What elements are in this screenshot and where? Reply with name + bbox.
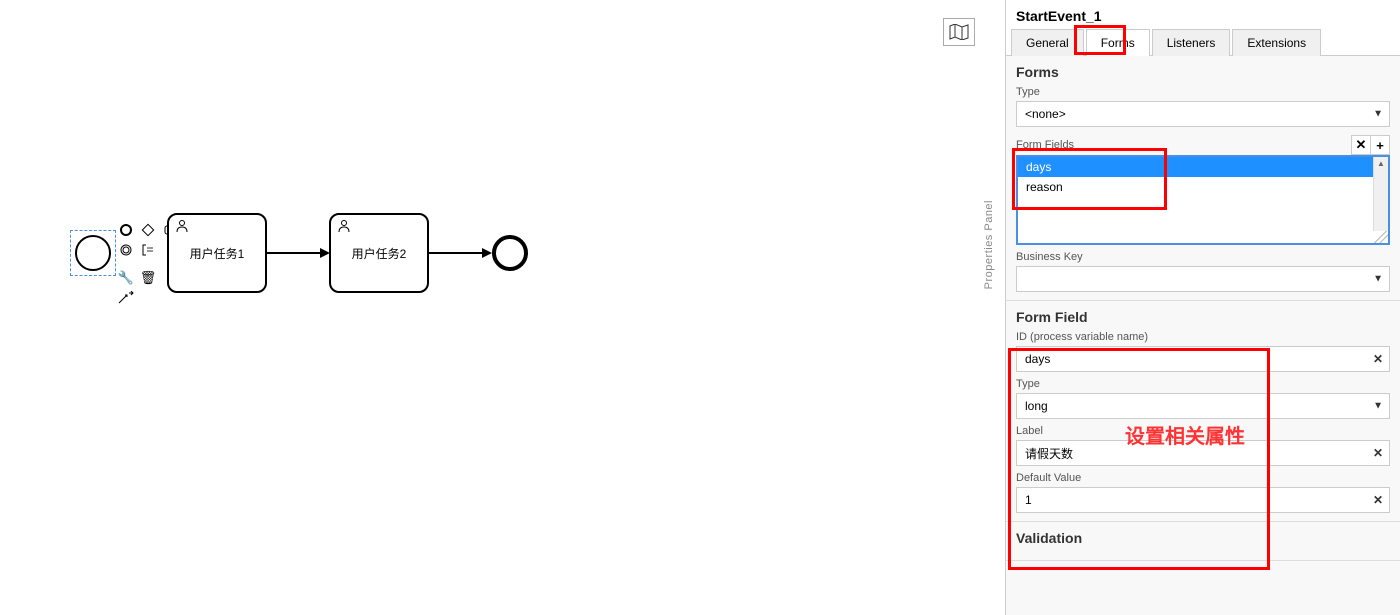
select-value: long [1025, 399, 1048, 413]
forms-section: Forms Type <none> ▼ Form Fields ✕ + days… [1006, 56, 1400, 301]
add-field-button[interactable]: + [1370, 135, 1390, 155]
tab-listeners[interactable]: Listeners [1152, 29, 1231, 56]
form-field-item[interactable]: reason [1018, 177, 1388, 197]
clear-icon[interactable]: ✕ [1373, 493, 1383, 507]
user-icon [175, 219, 189, 233]
type-label: Type [1016, 378, 1390, 390]
task-label: 用户任务2 [352, 245, 407, 262]
context-pad-tools: 🔧 🗑 [117, 269, 159, 307]
minimap-toggle[interactable] [943, 18, 975, 46]
scrollbar[interactable]: ▲ [1373, 157, 1388, 231]
type-label: Type [1016, 86, 1390, 98]
arrow-head-icon [482, 248, 492, 258]
tab-forms[interactable]: Forms [1086, 29, 1150, 56]
ctx-annotation-icon[interactable] [139, 241, 157, 259]
business-key-label: Business Key [1016, 251, 1390, 263]
clear-icon[interactable]: ✕ [1373, 352, 1383, 366]
section-title: Forms [1016, 64, 1390, 80]
user-task-1[interactable]: 用户任务1 [167, 213, 267, 293]
label-input[interactable]: 请假天数 ✕ [1016, 440, 1390, 466]
clear-icon[interactable]: ✕ [1373, 446, 1383, 460]
form-field-section: Form Field ID (process variable name) da… [1006, 301, 1400, 522]
label-label: Label [1016, 425, 1390, 437]
ctx-end-event-icon[interactable] [117, 221, 135, 239]
tabs: General Forms Listeners Extensions [1006, 28, 1400, 56]
remove-field-button[interactable]: ✕ [1351, 135, 1371, 155]
user-icon [337, 219, 351, 233]
id-input[interactable]: days ✕ [1016, 346, 1390, 372]
map-icon [949, 24, 969, 40]
default-value-input[interactable]: 1 ✕ [1016, 487, 1390, 513]
ctx-intermediate-icon[interactable] [117, 241, 135, 259]
chevron-down-icon: ▼ [1373, 109, 1383, 120]
section-title: Validation [1016, 530, 1390, 546]
element-name: StartEvent_1 [1006, 0, 1400, 28]
resize-handle[interactable] [1373, 231, 1388, 243]
business-key-select[interactable]: ▼ [1016, 266, 1390, 292]
input-value: 1 [1025, 493, 1032, 507]
default-label: Default Value [1016, 472, 1390, 484]
sequence-flow-1[interactable] [267, 252, 322, 254]
properties-panel: StartEvent_1 General Forms Listeners Ext… [1005, 0, 1400, 615]
ctx-delete-icon[interactable]: 🗑 [139, 269, 157, 287]
ctx-gateway-icon[interactable] [139, 221, 157, 239]
form-field-item[interactable]: days [1018, 157, 1388, 177]
properties-panel-label: Properties Panel [983, 200, 995, 289]
id-label: ID (process variable name) [1016, 331, 1390, 343]
ctx-wrench-icon[interactable]: 🔧 [117, 269, 135, 287]
diagram-canvas[interactable]: Properties Panel 🔧 🗑 用户任务1 [0, 0, 1005, 615]
user-task-2[interactable]: 用户任务2 [329, 213, 429, 293]
select-value: <none> [1025, 107, 1066, 121]
scroll-up-icon[interactable]: ▲ [1374, 157, 1388, 169]
chevron-down-icon: ▼ [1373, 274, 1383, 285]
chevron-down-icon: ▼ [1373, 401, 1383, 412]
ctx-connect-icon[interactable] [117, 289, 135, 307]
form-fields-list[interactable]: daysreason ▲ [1016, 155, 1390, 245]
validation-section: Validation [1006, 522, 1400, 561]
sequence-flow-2[interactable] [429, 252, 484, 254]
form-fields-label: Form Fields [1016, 139, 1074, 151]
field-type-select[interactable]: long ▼ [1016, 393, 1390, 419]
tab-extensions[interactable]: Extensions [1232, 29, 1321, 56]
forms-type-select[interactable]: <none> ▼ [1016, 101, 1390, 127]
input-value: 请假天数 [1025, 445, 1073, 462]
end-event[interactable] [492, 235, 528, 271]
section-title: Form Field [1016, 309, 1390, 325]
tab-general[interactable]: General [1011, 29, 1084, 56]
start-event[interactable] [75, 235, 111, 271]
input-value: days [1025, 352, 1050, 366]
task-label: 用户任务1 [190, 245, 245, 262]
